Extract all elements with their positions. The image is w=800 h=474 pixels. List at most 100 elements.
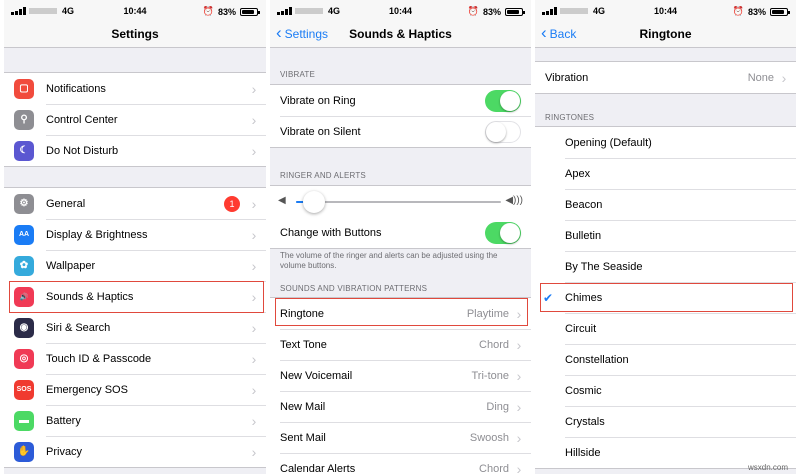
- row-label: Chimes: [565, 291, 603, 304]
- vibrate-on-silent-toggle[interactable]: [485, 120, 521, 143]
- volume-slider[interactable]: ◀ ◀))): [270, 186, 531, 217]
- chevron-right-icon: ›: [516, 398, 522, 415]
- row-value: Chord: [479, 462, 509, 474]
- row-label: Vibrate on Ring: [280, 94, 356, 107]
- row-label: Display & Brightness: [46, 228, 148, 241]
- row-label: Control Center: [46, 113, 118, 126]
- chevron-right-icon: ›: [251, 381, 257, 398]
- ringtones-list: Opening (Default) Apex Beacon Bulletin By Th…: [535, 126, 796, 469]
- vibrate-on-ring-toggle[interactable]: [485, 89, 521, 112]
- row-label: Wallpaper: [46, 259, 96, 272]
- slider-knob[interactable]: [303, 191, 326, 213]
- alarm-icon: ⏰: [732, 6, 744, 16]
- chevron-right-icon: ›: [251, 319, 257, 336]
- ringtone-item[interactable]: Bulletin: [535, 220, 796, 251]
- settings-group-1: ▢ Notifications › ⚲ Control Center › ☾ Do Not D…: [4, 72, 266, 167]
- row-label: Battery: [46, 414, 81, 427]
- row-label: General: [46, 197, 86, 210]
- ringtone-item[interactable]: Apex: [535, 158, 796, 189]
- nav-bar: Settings: [4, 22, 266, 48]
- status-bar: 4G 10:44 ⏰ 83%: [535, 0, 796, 22]
- chevron-right-icon: ›: [251, 257, 257, 274]
- change-with-buttons-toggle[interactable]: [485, 221, 521, 244]
- settings-row[interactable]: 🔊 Sounds & Haptics ›: [4, 281, 266, 312]
- section-header-ringer: RINGER AND ALERTS: [280, 171, 366, 180]
- ringtone-item[interactable]: Beacon: [535, 189, 796, 220]
- chevron-right-icon: ›: [251, 443, 257, 460]
- row-label: New Mail: [280, 400, 326, 413]
- settings-row[interactable]: SOS Emergency SOS ›: [4, 374, 266, 405]
- chevron-right-icon: ›: [251, 142, 257, 159]
- sound-pattern-row[interactable]: New Voicemail Tri-tone ›: [270, 360, 531, 391]
- sound-pattern-row[interactable]: Ringtone Playtime ›: [270, 298, 531, 329]
- settings-row[interactable]: ✿ Wallpaper ›: [4, 250, 266, 281]
- alarm-icon: ⏰: [467, 6, 479, 16]
- ringtone-item[interactable]: By The Seaside: [535, 251, 796, 282]
- ringer-group: ◀ ◀))) Change with Buttons: [270, 185, 531, 249]
- row-label: Touch ID & Passcode: [46, 352, 152, 365]
- row-label: Cosmic: [565, 384, 602, 397]
- chevron-right-icon: ›: [251, 412, 257, 429]
- battery-percent: 83%: [217, 6, 236, 17]
- nav-bar: ‹ Back Ringtone: [535, 22, 796, 48]
- gear-icon: ⚙: [14, 193, 34, 214]
- page-title: Sounds & Haptics: [349, 27, 452, 41]
- checkmark-icon: ✔: [543, 290, 554, 305]
- sound-pattern-row[interactable]: Calendar Alerts Chord ›: [270, 453, 531, 474]
- alarm-icon: ⏰: [202, 6, 214, 16]
- row-label: Opening (Default): [565, 136, 652, 149]
- row-label: Privacy: [46, 445, 83, 458]
- chevron-right-icon: ›: [251, 80, 257, 97]
- sound-pattern-row[interactable]: New Mail Ding ›: [270, 391, 531, 422]
- settings-row[interactable]: ☾ Do Not Disturb ›: [4, 135, 266, 166]
- status-bar: 4G 10:44 ⏰ 83%: [4, 0, 266, 22]
- ringtone-item[interactable]: ✔ Chimes: [535, 282, 796, 313]
- settings-row[interactable]: ⚙ General 1 ›: [4, 188, 266, 219]
- row-label: Bulletin: [565, 229, 602, 242]
- ringtone-item[interactable]: Circuit: [535, 313, 796, 344]
- volume-note: The volume of the ringer and alerts can …: [280, 251, 498, 270]
- vibration-row[interactable]: Vibration None ›: [535, 62, 796, 93]
- section-header-ringtones: RINGTONES: [545, 113, 595, 122]
- row-value: Tri-tone: [471, 369, 510, 382]
- row-value: None: [747, 71, 774, 84]
- settings-row[interactable]: AA Display & Brightness ›: [4, 219, 266, 250]
- sounds-screen: 4G 10:44 ⏰ 83% ‹ Settings Sounds & Haptics…: [270, 0, 531, 474]
- settings-row[interactable]: ✋ Privacy ›: [4, 436, 266, 467]
- row-label: Vibration: [545, 71, 589, 84]
- row-label: Calendar Alerts: [280, 462, 356, 474]
- vibration-group: Vibration None ›: [535, 61, 796, 94]
- display-icon: AA: [14, 224, 34, 245]
- chevron-right-icon: ›: [251, 350, 257, 367]
- row-label: Change with Buttons: [280, 226, 382, 239]
- chevron-right-icon: ›: [251, 195, 257, 212]
- ringtone-item[interactable]: Opening (Default): [535, 127, 796, 158]
- ringtone-item[interactable]: Constellation: [535, 344, 796, 375]
- settings-row[interactable]: ▬ Battery ›: [4, 405, 266, 436]
- sound-pattern-row[interactable]: Text Tone Chord ›: [270, 329, 531, 360]
- settings-group-2: ⚙ General 1 › AA Display & Brightness › ✿ Wallpa…: [4, 187, 266, 468]
- battery-icon: [505, 7, 525, 16]
- moon-icon: ☾: [14, 140, 34, 161]
- patterns-group: Ringtone Playtime › Text Tone Chord › New Voic…: [270, 297, 531, 474]
- ringtone-item[interactable]: Crystals: [535, 406, 796, 437]
- row-label: Vibrate on Silent: [280, 125, 361, 138]
- settings-row[interactable]: ◎ Touch ID & Passcode ›: [4, 343, 266, 374]
- sound-pattern-row[interactable]: Sent Mail Swoosh ›: [270, 422, 531, 453]
- row-label: Sent Mail: [280, 431, 326, 444]
- watermark: wsxdn.com: [747, 463, 788, 472]
- settings-row[interactable]: ▢ Notifications ›: [4, 73, 266, 104]
- vibrate-group: Vibrate on Ring Vibrate on Silent: [270, 84, 531, 148]
- slider-track: [296, 201, 501, 203]
- change-with-buttons-row: Change with Buttons: [270, 217, 531, 248]
- settings-row[interactable]: ⚲ Control Center ›: [4, 104, 266, 135]
- row-label: Do Not Disturb: [46, 144, 119, 157]
- settings-row[interactable]: ◉ Siri & Search ›: [4, 312, 266, 343]
- ringtone-item[interactable]: Cosmic: [535, 375, 796, 406]
- chevron-right-icon: ›: [516, 429, 522, 446]
- notifications-icon: ▢: [14, 78, 34, 99]
- chevron-right-icon: ›: [251, 288, 257, 305]
- settings-screen: 4G 10:44 ⏰ 83% Settings ▢ Notifications › ⚲ C…: [4, 0, 266, 474]
- row-label: Emergency SOS: [46, 383, 128, 396]
- row-label: Notifications: [46, 82, 106, 95]
